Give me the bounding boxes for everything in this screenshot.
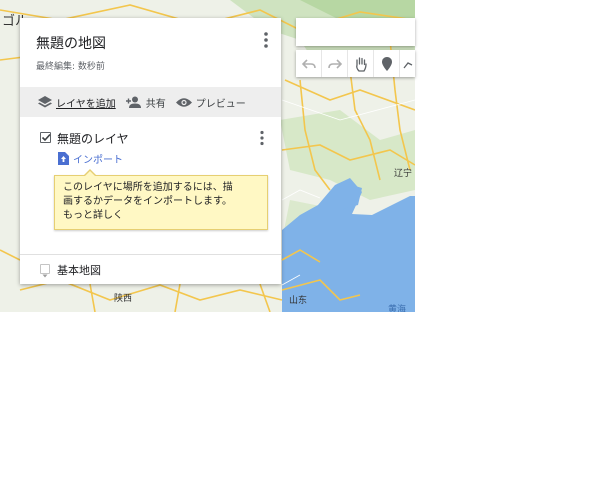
- line-icon: [402, 61, 412, 68]
- caret-down-icon: [42, 274, 48, 278]
- redo-button[interactable]: [322, 50, 348, 77]
- layer-row: 無題のレイヤ: [20, 128, 281, 150]
- add-marker-button[interactable]: [374, 50, 400, 77]
- layers-icon: [38, 96, 52, 108]
- pan-tool-button[interactable]: [348, 50, 374, 77]
- marker-icon: [381, 56, 392, 71]
- map-label-yellow-sea: 黄海: [388, 305, 407, 312]
- map-label-shaanxi: 陕西: [114, 294, 133, 304]
- hand-icon: [355, 56, 367, 72]
- add-layer-label: レイヤを追加: [56, 98, 116, 110]
- layer-visibility-checkbox[interactable]: [40, 132, 51, 143]
- add-layer-button[interactable]: レイヤを追加: [38, 95, 116, 110]
- import-link[interactable]: インポート: [58, 151, 123, 166]
- undo-button[interactable]: [296, 50, 322, 77]
- map-label-shandong: 山东: [289, 296, 308, 306]
- add-places-tooltip: このレイヤに場所を追加するには、描 画するかデータをインポートします。 もっと詳…: [54, 169, 268, 230]
- more-vert-icon: [260, 130, 264, 146]
- layer-options-button[interactable]: [257, 130, 267, 146]
- tooltip-arrow-fill: [84, 171, 96, 177]
- map-options-button[interactable]: [260, 31, 272, 49]
- tooltip-text-line-1: このレイヤに場所を追加するには、描: [63, 182, 233, 193]
- base-map-expand-toggle[interactable]: [40, 264, 50, 278]
- eye-icon: [175, 97, 192, 107]
- more-vert-icon: [264, 32, 268, 48]
- checkmark-icon: [41, 133, 51, 142]
- preview-label: プレビュー: [195, 98, 246, 110]
- panel-action-bar: レイヤを追加 共有 プレビュー: [20, 87, 281, 117]
- map-label-liaoning: 辽宁: [394, 169, 413, 179]
- map-editor-panel: 無題の地図 最終編集: 数秒前 レイヤを追加 共有 プレビュー 無題のレイヤ イ…: [20, 18, 281, 284]
- map-toolbar: [296, 50, 415, 77]
- learn-more-link[interactable]: もっと詳しく: [63, 209, 259, 223]
- layer-name[interactable]: 無題のレイヤ: [57, 130, 129, 147]
- tooltip-text-line-2: 画するかデータをインポートします。: [63, 196, 232, 207]
- share-button[interactable]: 共有: [125, 95, 166, 110]
- last-edited-status: 最終編集: 数秒前: [36, 62, 105, 72]
- undo-icon: [301, 58, 316, 69]
- base-map-row: 基本地図: [20, 258, 281, 282]
- draw-line-button[interactable]: [400, 50, 415, 77]
- file-upload-icon: [58, 152, 69, 165]
- map-title[interactable]: 無題の地図: [36, 33, 106, 53]
- preview-button[interactable]: プレビュー: [175, 95, 246, 110]
- import-label: インポート: [73, 155, 123, 166]
- share-label: 共有: [145, 98, 166, 110]
- base-map-label[interactable]: 基本地図: [57, 262, 101, 278]
- redo-icon: [327, 58, 342, 69]
- search-box[interactable]: [296, 18, 415, 46]
- person-add-icon: [125, 96, 141, 108]
- panel-divider: [20, 254, 281, 255]
